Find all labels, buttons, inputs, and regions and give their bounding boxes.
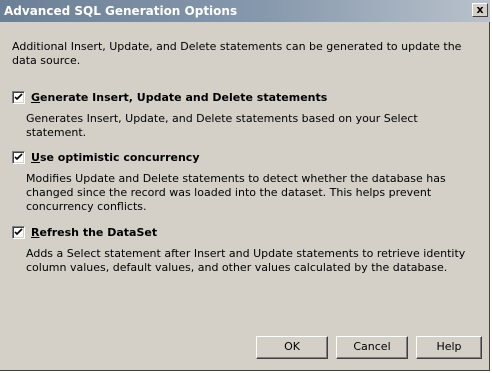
optimistic-concurrency-checkbox[interactable] (12, 150, 25, 164)
checkmark-icon (14, 92, 23, 100)
generate-statements-label-rest: enerate Insert, Update and Delete statem… (40, 90, 328, 104)
cancel-button[interactable]: Cancel (336, 336, 408, 359)
refresh-dataset-description: Adds a Select statement after Insert and… (26, 247, 466, 274)
advanced-sql-dialog: Advanced SQL Generation Options x Additi… (0, 0, 490, 371)
refresh-dataset-label-rest: efresh the DataSet (39, 225, 158, 239)
optimistic-concurrency-label-rest: se optimistic concurrency (39, 150, 200, 164)
close-icon: x (476, 3, 484, 16)
option-optimistic-concurrency[interactable]: Use optimistic concurrency (12, 150, 200, 164)
option-generate-statements[interactable]: Generate Insert, Update and Delete state… (12, 90, 327, 104)
window-title: Advanced SQL Generation Options (4, 4, 238, 18)
help-button[interactable]: Help (416, 336, 482, 359)
ok-button[interactable]: OK (256, 336, 328, 359)
generate-statements-label[interactable]: Generate Insert, Update and Delete state… (31, 91, 327, 104)
generate-statements-mnemonic: G (31, 90, 41, 104)
intro-text: Additional Insert, Update, and Delete st… (12, 40, 462, 67)
generate-statements-description: Generates Insert, Update, and Delete sta… (26, 112, 418, 139)
generate-statements-checkbox[interactable] (12, 90, 25, 104)
refresh-dataset-label[interactable]: Refresh the DataSet (31, 226, 157, 239)
optimistic-concurrency-label[interactable]: Use optimistic concurrency (31, 151, 200, 164)
checkmark-icon (14, 227, 23, 235)
refresh-dataset-checkbox[interactable] (12, 225, 25, 239)
title-bar[interactable]: Advanced SQL Generation Options x (0, 0, 490, 22)
optimistic-concurrency-mnemonic: U (31, 150, 40, 164)
checkmark-icon (14, 152, 23, 160)
optimistic-concurrency-description: Modifies Update and Delete statements to… (26, 172, 446, 213)
option-refresh-dataset[interactable]: Refresh the DataSet (12, 225, 157, 239)
close-button[interactable]: x (472, 3, 488, 17)
